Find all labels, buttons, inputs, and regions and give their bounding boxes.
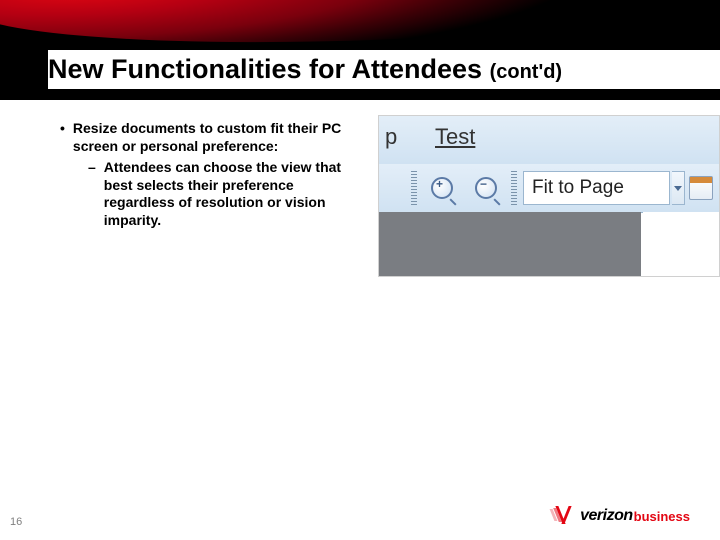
magnifier-plus-icon: +	[431, 177, 453, 199]
toolbar-cropped-icon	[385, 169, 407, 207]
sub-bullet-item: – Attendees can choose the view that bes…	[88, 159, 360, 229]
title-contd: (cont'd)	[490, 61, 563, 83]
menu-cropped-letter: p	[385, 124, 397, 150]
bullet-dash-icon: –	[88, 159, 96, 229]
zoom-in-button[interactable]: +	[423, 169, 461, 207]
verizon-check-icon	[552, 506, 578, 526]
page-number: 16	[10, 516, 22, 528]
toolbar-grip-icon	[511, 171, 517, 205]
menubar-fragment: p Test	[379, 116, 719, 165]
zoom-out-button[interactable]: −	[467, 169, 505, 207]
bullet-item: • Resize documents to custom fit their P…	[60, 120, 360, 155]
zoom-level-select[interactable]: Fit to Page	[523, 171, 670, 205]
slide-title: New Functionalities for Attendees (cont'…	[48, 50, 720, 89]
body-text: • Resize documents to custom fit their P…	[60, 120, 360, 229]
menu-test[interactable]: Test	[435, 124, 475, 150]
dropdown-caret-icon[interactable]	[672, 171, 685, 205]
bullet-text: Resize documents to custom fit their PC …	[73, 120, 360, 155]
tool-icon[interactable]	[689, 176, 713, 200]
sub-bullet-text: Attendees can choose the view that best …	[104, 159, 360, 229]
verizon-business-logo: verizon business	[552, 506, 690, 526]
bullet-dot-icon: •	[60, 120, 65, 138]
logo-verizon-text: verizon	[580, 507, 633, 525]
slide: New Functionalities for Attendees (cont'…	[0, 0, 720, 540]
logo-business-text: business	[634, 509, 690, 524]
toolbar-grip-icon	[411, 171, 417, 205]
title-main: New Functionalities for Attendees	[48, 54, 482, 84]
zoom-toolbar: + − Fit to Page	[379, 164, 719, 213]
screenshot-white-area	[643, 212, 719, 276]
magnifier-minus-icon: −	[475, 177, 497, 199]
screenshot-content-area	[379, 212, 641, 276]
toolbar-screenshot: p Test + − Fit to Page	[378, 115, 720, 277]
